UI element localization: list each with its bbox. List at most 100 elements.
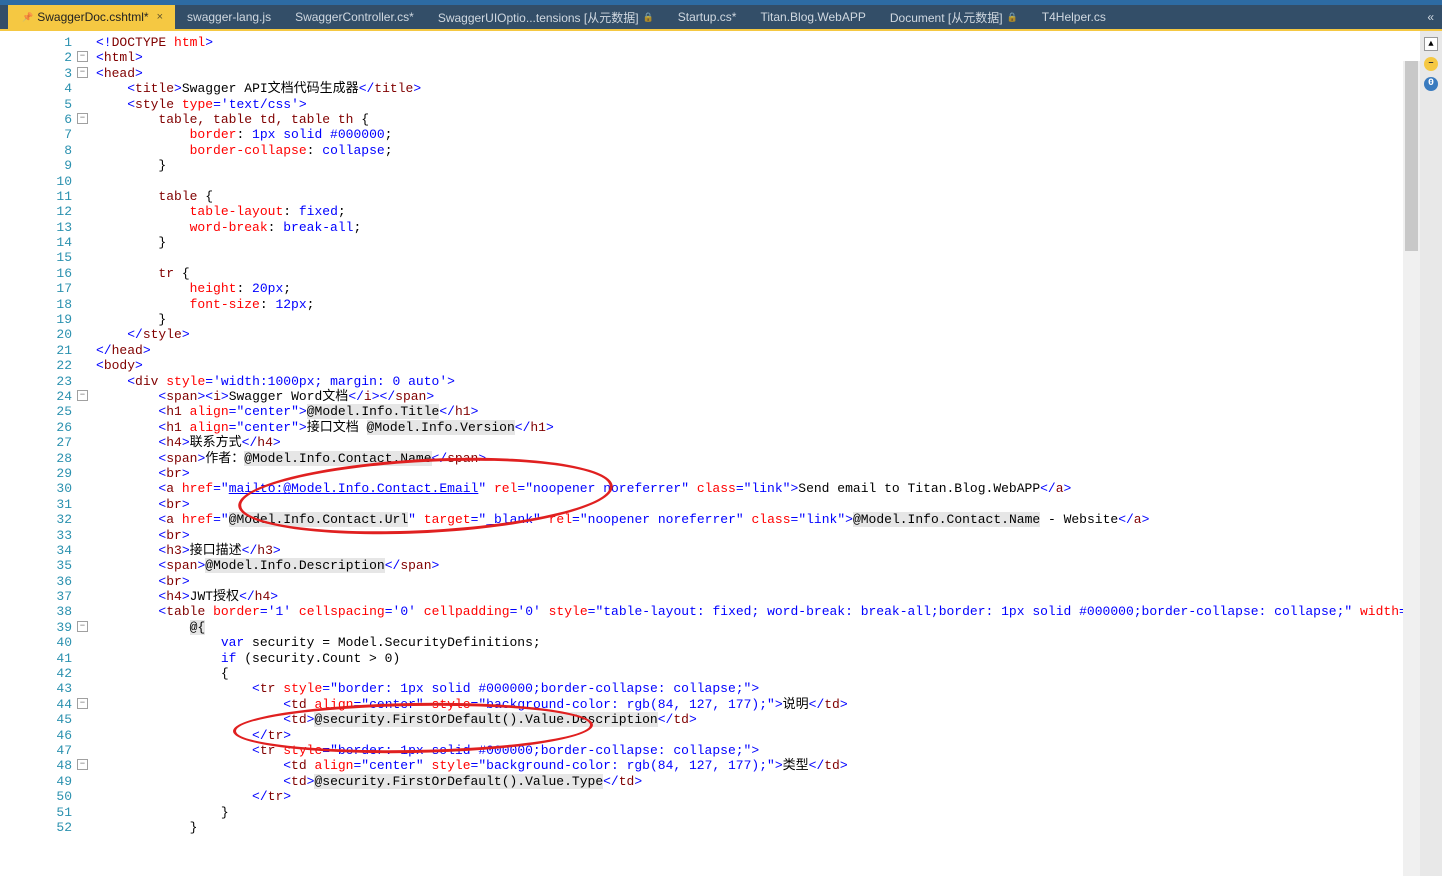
code-line[interactable]: <span>作者：@Model.Info.Contact.Name</span> <box>96 451 1420 466</box>
line-number: 6− <box>0 112 78 127</box>
line-number-gutter: 12−3−456−7891011121314151617181920212223… <box>0 31 78 876</box>
code-line[interactable]: <td>@security.FirstOrDefault().Value.Typ… <box>96 774 1420 789</box>
tab-label: swagger-lang.js <box>187 10 271 24</box>
code-line[interactable]: <title>Swagger API文档代码生成器</title> <box>96 81 1420 96</box>
line-number: 17 <box>0 281 78 296</box>
code-line[interactable]: <br> <box>96 497 1420 512</box>
line-number: 19 <box>0 312 78 327</box>
code-line[interactable]: <br> <box>96 466 1420 481</box>
line-number: 52 <box>0 820 78 835</box>
code-line[interactable]: <style type='text/css'> <box>96 97 1420 112</box>
document-tab[interactable]: SwaggerUIOptio...tensions [从元数据] 🔒 <box>426 5 666 29</box>
line-number: 11 <box>0 189 78 204</box>
line-number: 24− <box>0 389 78 404</box>
line-number: 14 <box>0 235 78 250</box>
rail-badge-info[interactable]: 0 <box>1424 77 1438 91</box>
right-info-rail: ▲ – 0 <box>1420 31 1442 876</box>
code-line[interactable]: { <box>96 666 1420 681</box>
tab-label: Startup.cs* <box>678 10 737 24</box>
code-editor[interactable]: <!DOCTYPE html><html><head> <title>Swagg… <box>78 31 1420 876</box>
tab-label: SwaggerUIOptio...tensions [从元数据] <box>438 9 639 26</box>
code-line[interactable]: <div style='width:1000px; margin: 0 auto… <box>96 374 1420 389</box>
editor-area: 12−3−456−7891011121314151617181920212223… <box>0 31 1442 876</box>
code-line[interactable]: <span><i>Swagger Word文档</i></span> <box>96 389 1420 404</box>
code-line[interactable] <box>96 250 1420 265</box>
code-line[interactable]: <html> <box>96 50 1420 65</box>
code-line[interactable]: border: 1px solid #000000; <box>96 127 1420 142</box>
tab-overflow-button[interactable]: « <box>1419 5 1442 29</box>
document-tab[interactable]: Startup.cs* <box>666 5 749 29</box>
code-line[interactable]: table, table td, table th { <box>96 112 1420 127</box>
close-icon[interactable]: × <box>157 11 163 23</box>
code-line[interactable]: } <box>96 158 1420 173</box>
document-tab[interactable]: Titan.Blog.WebAPP <box>748 5 877 29</box>
code-line[interactable]: </tr> <box>96 789 1420 804</box>
code-line[interactable]: <body> <box>96 358 1420 373</box>
code-line[interactable]: <br> <box>96 528 1420 543</box>
code-line[interactable]: var security = Model.SecurityDefinitions… <box>96 635 1420 650</box>
code-line[interactable]: table { <box>96 189 1420 204</box>
code-line[interactable]: <td align="center" style="background-col… <box>96 758 1420 773</box>
code-line[interactable]: <span>@Model.Info.Description</span> <box>96 558 1420 573</box>
line-number: 35 <box>0 558 78 573</box>
line-number: 43 <box>0 681 78 696</box>
code-line[interactable]: } <box>96 820 1420 835</box>
code-line[interactable]: font-size: 12px; <box>96 297 1420 312</box>
code-line[interactable]: </head> <box>96 343 1420 358</box>
line-number: 49 <box>0 774 78 789</box>
line-number: 26 <box>0 420 78 435</box>
code-line[interactable]: <!DOCTYPE html> <box>96 35 1420 50</box>
code-line[interactable]: <h4>联系方式</h4> <box>96 435 1420 450</box>
line-number: 45 <box>0 712 78 727</box>
code-line[interactable]: } <box>96 312 1420 327</box>
code-line[interactable]: <td align="center" style="background-col… <box>96 697 1420 712</box>
code-line[interactable]: <table border='1' cellspacing='0' cellpa… <box>96 604 1420 619</box>
code-line[interactable]: <td>@security.FirstOrDefault().Value.Des… <box>96 712 1420 727</box>
lock-icon: 🔒 <box>643 12 654 23</box>
ide-window: 📌SwaggerDoc.cshtml*×swagger-lang.jsSwagg… <box>0 0 1442 876</box>
code-line[interactable]: } <box>96 805 1420 820</box>
code-line[interactable]: height: 20px; <box>96 281 1420 296</box>
code-line[interactable]: <a href="@Model.Info.Contact.Url" target… <box>96 512 1420 527</box>
code-line[interactable]: </style> <box>96 327 1420 342</box>
code-line[interactable]: </tr> <box>96 728 1420 743</box>
code-line[interactable]: @{ <box>96 620 1420 635</box>
document-tab[interactable]: T4Helper.cs <box>1030 5 1118 29</box>
code-line[interactable]: } <box>96 235 1420 250</box>
code-line[interactable]: <tr style="border: 1px solid #000000;bor… <box>96 743 1420 758</box>
code-line[interactable]: table-layout: fixed; <box>96 204 1420 219</box>
tab-label: T4Helper.cs <box>1042 10 1106 24</box>
code-line[interactable]: if (security.Count > 0) <box>96 651 1420 666</box>
overflow-icon: « <box>1427 10 1434 24</box>
line-number: 12 <box>0 204 78 219</box>
code-line[interactable]: tr { <box>96 266 1420 281</box>
code-line[interactable]: <h4>JWT授权</h4> <box>96 589 1420 604</box>
line-number: 48− <box>0 758 78 773</box>
line-number: 31 <box>0 497 78 512</box>
code-line[interactable]: <head> <box>96 66 1420 81</box>
code-line[interactable]: <h1 align="center">@Model.Info.Title</h1… <box>96 404 1420 419</box>
tab-label: SwaggerDoc.cshtml* <box>37 10 148 24</box>
line-number: 30 <box>0 481 78 496</box>
rail-badge-warning[interactable]: – <box>1424 57 1438 71</box>
code-line[interactable] <box>96 174 1420 189</box>
code-line[interactable]: word-break: break-all; <box>96 220 1420 235</box>
line-number: 2− <box>0 50 78 65</box>
line-number: 7 <box>0 127 78 142</box>
line-number: 3− <box>0 66 78 81</box>
line-number: 46 <box>0 728 78 743</box>
code-line[interactable]: <h1 align="center">接口文档 @Model.Info.Vers… <box>96 420 1420 435</box>
vertical-scrollbar[interactable] <box>1403 61 1420 876</box>
vertical-scrollbar-thumb[interactable] <box>1405 61 1418 251</box>
document-tab[interactable]: swagger-lang.js <box>175 5 283 29</box>
code-line[interactable]: border-collapse: collapse; <box>96 143 1420 158</box>
code-line[interactable]: <br> <box>96 574 1420 589</box>
code-line[interactable]: <h3>接口描述</h3> <box>96 543 1420 558</box>
scroll-up-icon[interactable]: ▲ <box>1424 37 1438 51</box>
code-line[interactable]: <tr style="border: 1px solid #000000;bor… <box>96 681 1420 696</box>
document-tab[interactable]: 📌SwaggerDoc.cshtml*× <box>8 5 175 29</box>
code-line[interactable]: <a href="mailto:@Model.Info.Contact.Emai… <box>96 481 1420 496</box>
document-tab[interactable]: SwaggerController.cs* <box>283 5 426 29</box>
document-tab[interactable]: Document [从元数据]🔒 <box>878 5 1030 29</box>
line-number: 4 <box>0 81 78 96</box>
